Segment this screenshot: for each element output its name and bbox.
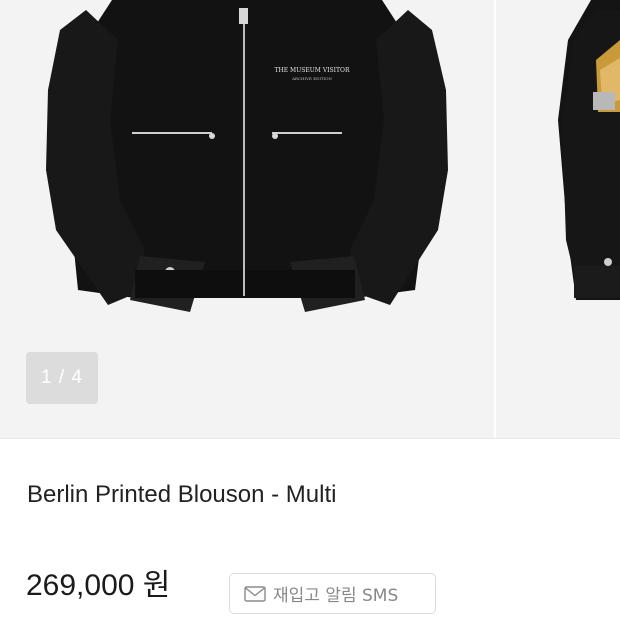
restock-sms-button[interactable]: 재입고 알림 SMS [229, 573, 436, 614]
product-title: Berlin Printed Blouson - Multi [27, 481, 337, 508]
restock-sms-label: 재입고 알림 SMS [273, 586, 399, 606]
product-page: THE MUSEUM VISITOR ARCHIVE EDITION 1 / 4… [0, 0, 620, 620]
mail-icon [244, 585, 266, 603]
product-image-slide-next[interactable] [496, 0, 620, 438]
jacket-back-image [496, 0, 620, 438]
jacket-embroidery-line2: ARCHIVE EDITION [291, 76, 332, 81]
product-image-gallery[interactable]: THE MUSEUM VISITOR ARCHIVE EDITION 1 / 4 [0, 0, 620, 439]
product-price: 269,000 원 [26, 569, 171, 602]
image-counter: 1 / 4 [26, 352, 98, 404]
jacket-embroidery-line1: THE MUSEUM VISITOR [275, 67, 350, 74]
